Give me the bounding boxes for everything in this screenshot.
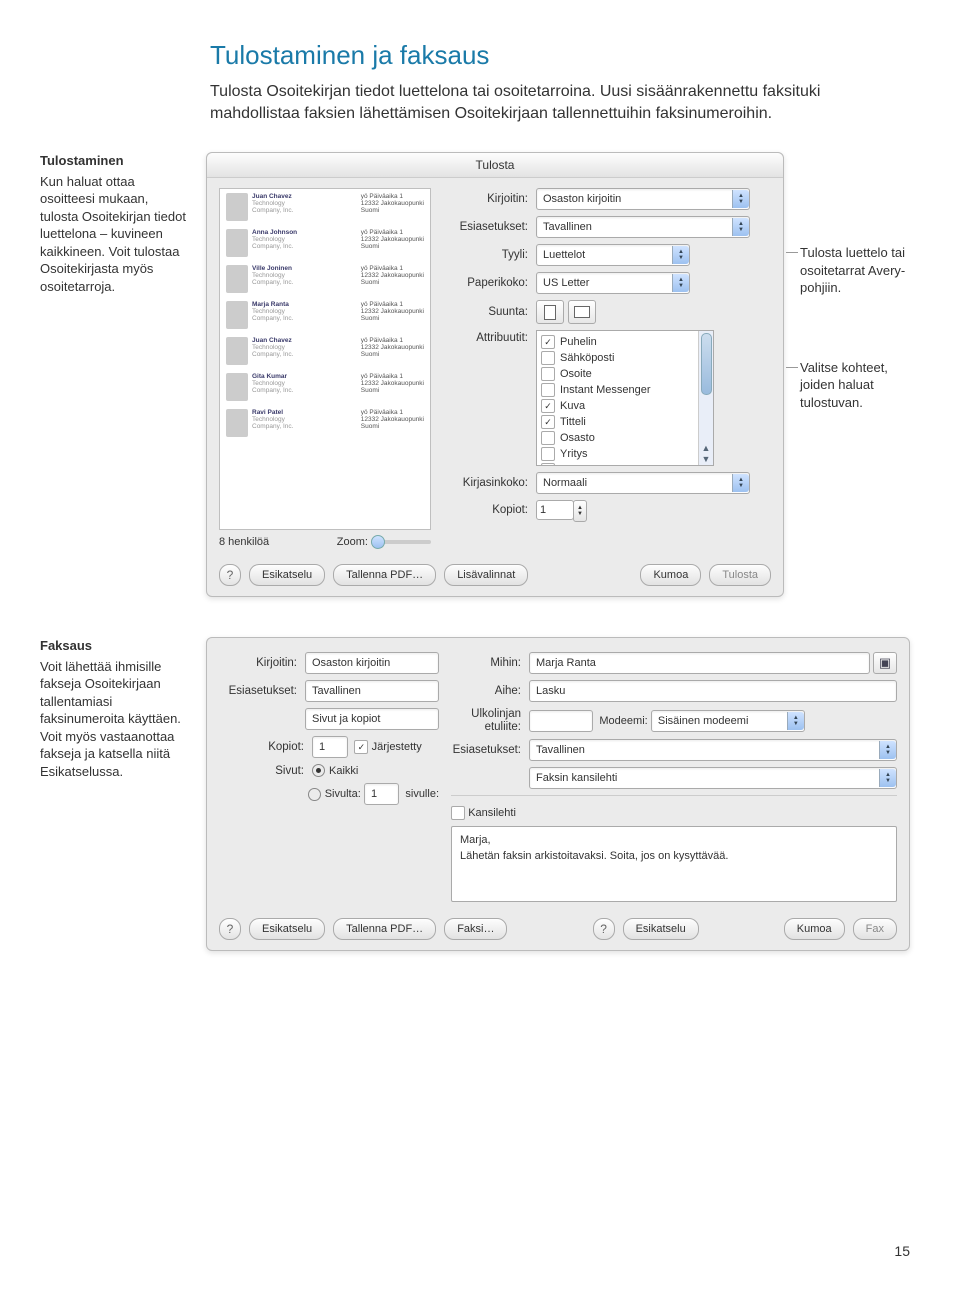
style-select[interactable]: Luettelot▲▼	[536, 244, 690, 266]
page-from-input[interactable]: 1	[364, 783, 399, 805]
callout-attrs: Valitse kohteet, joiden haluat tulostuva…	[800, 359, 910, 412]
fax-subject-input[interactable]: Lasku	[529, 680, 897, 702]
orientation-portrait[interactable]	[536, 300, 564, 324]
contact-picker-icon[interactable]: ▣	[873, 652, 897, 674]
fontsize-select[interactable]: Normaali▲▼	[536, 472, 750, 494]
aside-fax: Faksaus Voit lähettää ihmisille fakseja …	[40, 637, 190, 780]
cover-check[interactable]	[451, 806, 465, 820]
cancel-button[interactable]: Kumoa	[640, 564, 701, 586]
callout-style: Tulosta luettelo tai osoitetarrat Avery-…	[800, 244, 910, 297]
print-preview: Juan ChavezTechnologyCompany, Inc.yö Päi…	[219, 188, 431, 530]
save-pdf-button[interactable]: Tallenna PDF…	[333, 564, 436, 586]
pages-from-radio[interactable]	[308, 788, 321, 801]
fax-save-pdf-button[interactable]: Tallenna PDF…	[333, 918, 436, 940]
zoom-slider[interactable]	[371, 540, 431, 544]
preview-button[interactable]: Esikatselu	[249, 564, 325, 586]
fax-help2-button[interactable]: ?	[593, 918, 615, 940]
aside-print: Tulostaminen Kun haluat ottaa osoitteesi…	[40, 152, 190, 295]
more-options-button[interactable]: Lisävalinnat	[444, 564, 528, 586]
collated-check[interactable]	[354, 740, 368, 754]
print-button[interactable]: Tulosta	[709, 564, 771, 586]
fax-help-button[interactable]: ?	[219, 918, 241, 940]
fax-dialog: Kirjoitin:Osaston kirjoitin Esiasetukset…	[206, 637, 910, 951]
fax-pagescopies-select[interactable]: Sivut ja kopiot	[305, 708, 439, 730]
fax-preview-button[interactable]: Esikatselu	[249, 918, 325, 940]
fax-cover-select[interactable]: Faksin kansilehti▲▼	[529, 767, 897, 789]
fax-send-button[interactable]: Fax	[853, 918, 897, 940]
fax-cancel-button[interactable]: Kumoa	[784, 918, 845, 940]
copies-stepper[interactable]: 1▲▼	[536, 500, 574, 520]
page-title: Tulostaminen ja faksaus	[210, 40, 910, 71]
intro-text: Tulosta Osoitekirjan tiedot luettelona t…	[210, 81, 910, 124]
pages-all-radio[interactable]	[312, 764, 325, 777]
fax-copies-input[interactable]: 1	[312, 736, 348, 758]
fax-preset-select[interactable]: Tavallinen	[305, 680, 439, 702]
fax-preset2-select[interactable]: Tavallinen▲▼	[529, 739, 897, 761]
fax-faksi-button[interactable]: Faksi…	[444, 918, 507, 940]
fax-preview2-button[interactable]: Esikatselu	[623, 918, 699, 940]
fax-to-input[interactable]: Marja Ranta	[529, 652, 870, 674]
fax-prefix-input[interactable]	[529, 710, 593, 732]
help-button[interactable]: ?	[219, 564, 241, 586]
people-count: 8 henkilöä	[219, 536, 269, 548]
print-title: Tulosta	[207, 153, 783, 178]
cover-text[interactable]: Marja,Lähetän faksin arkistoitavaksi. So…	[451, 826, 897, 902]
attributes-list[interactable]: ▲▼ PuhelinSähköpostiOsoiteInstant Messen…	[536, 330, 714, 466]
fax-printer-select[interactable]: Osaston kirjoitin	[305, 652, 439, 674]
fax-modem-select[interactable]: Sisäinen modeemi▲▼	[651, 710, 805, 732]
orientation-landscape[interactable]	[568, 300, 596, 324]
papersize-select[interactable]: US Letter▲▼	[536, 272, 690, 294]
print-dialog: Tulosta Juan ChavezTechnologyCompany, In…	[206, 152, 784, 597]
preset-select[interactable]: Tavallinen▲▼	[536, 216, 750, 238]
page-number: 15	[894, 1243, 910, 1259]
printer-select[interactable]: Osaston kirjoitin▲▼	[536, 188, 750, 210]
